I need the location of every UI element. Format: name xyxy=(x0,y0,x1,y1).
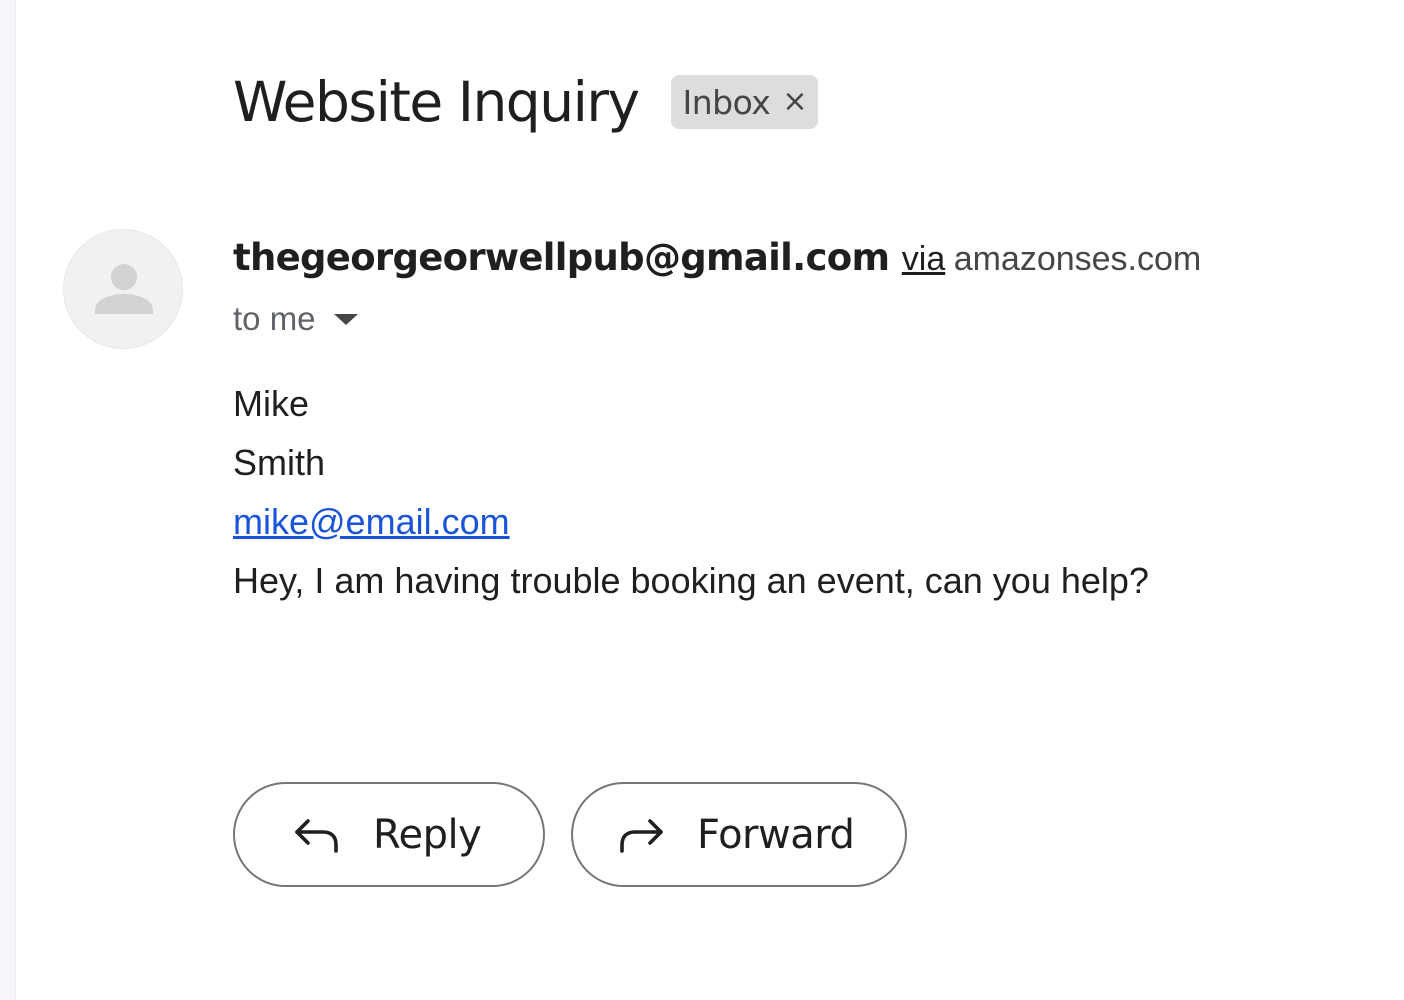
recipient-text: to me xyxy=(233,300,316,337)
action-buttons: Reply Forward xyxy=(233,782,907,887)
forward-label: Forward xyxy=(697,811,855,858)
subject-header: Website Inquiry Inbox × xyxy=(233,62,818,142)
body-line-message: Hey, I am having trouble booking an even… xyxy=(233,560,1149,601)
body-email-link[interactable]: mike@email.com xyxy=(233,501,510,542)
email-body: Mike Smith mike@email.com Hey, I am havi… xyxy=(233,374,1149,610)
sender-email[interactable]: thegeorgeorwellpub@gmail.com xyxy=(233,236,890,279)
left-sidebar-edge xyxy=(0,0,16,1000)
via-link[interactable]: via xyxy=(902,240,945,278)
reply-label: Reply xyxy=(373,811,482,858)
via-domain: amazonses.com xyxy=(953,240,1202,278)
reply-button[interactable]: Reply xyxy=(233,782,545,887)
close-icon[interactable]: × xyxy=(782,87,807,117)
forward-arrow-icon xyxy=(617,815,665,855)
chevron-down-icon[interactable] xyxy=(333,313,358,325)
inbox-label-chip[interactable]: Inbox × xyxy=(670,75,818,129)
sender-line: thegeorgeorwellpub@gmail.com via amazons… xyxy=(233,230,1201,286)
body-line-first-name: Mike xyxy=(233,383,310,424)
email-subject: Website Inquiry xyxy=(233,70,640,134)
reply-arrow-icon xyxy=(293,815,341,855)
person-icon xyxy=(95,264,153,314)
body-line-last-name: Smith xyxy=(233,442,326,483)
recipient-line: to me xyxy=(233,296,358,342)
label-chip-text: Inbox xyxy=(682,82,771,122)
avatar[interactable] xyxy=(63,229,183,349)
forward-button[interactable]: Forward xyxy=(571,782,907,887)
